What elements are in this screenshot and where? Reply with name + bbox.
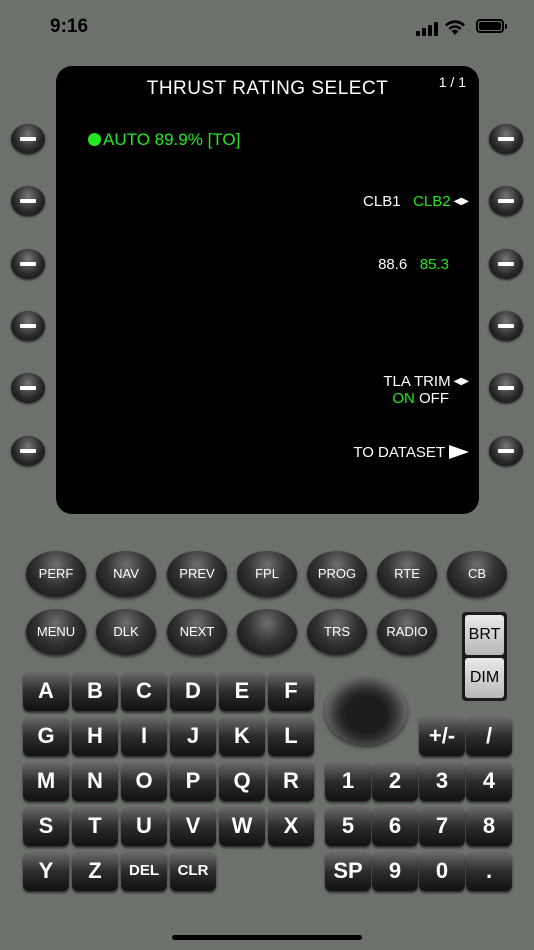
key-v[interactable]: V xyxy=(170,807,216,846)
brt-button[interactable]: BRT xyxy=(465,615,504,655)
line-6-right: TO DATASET xyxy=(353,444,469,461)
key-0[interactable]: 0 xyxy=(419,852,465,891)
key-o[interactable]: O xyxy=(121,762,167,801)
status-time: 9:16 xyxy=(50,16,89,37)
key-5[interactable]: 5 xyxy=(325,807,371,846)
prog-key[interactable]: PROG xyxy=(307,551,367,597)
lsk-1-left[interactable] xyxy=(11,124,45,154)
lsk-3-right[interactable] xyxy=(489,249,523,279)
key-b[interactable]: B xyxy=(72,672,118,711)
key-9[interactable]: 9 xyxy=(372,852,418,891)
key-h[interactable]: H xyxy=(72,717,118,756)
space-key[interactable]: SP xyxy=(325,852,371,891)
battery-icon xyxy=(476,19,507,33)
dlk-key[interactable]: DLK xyxy=(96,609,156,655)
lsk-2-right[interactable] xyxy=(489,186,523,216)
rotary-knob[interactable] xyxy=(325,677,407,745)
lsk-1-right[interactable] xyxy=(489,124,523,154)
key-i[interactable]: I xyxy=(121,717,167,756)
tla-off-text: OFF xyxy=(419,390,449,407)
lsk-2-left[interactable] xyxy=(11,186,45,216)
status-bar: 9:16 xyxy=(0,0,534,52)
lsk-5-right[interactable] xyxy=(489,373,523,403)
key-g[interactable]: G xyxy=(23,717,69,756)
next-key[interactable]: NEXT xyxy=(167,609,227,655)
key-j[interactable]: J xyxy=(170,717,216,756)
lsk-4-right[interactable] xyxy=(489,311,523,341)
page-title: THRUST RATING SELECT xyxy=(146,78,389,99)
page-number: 1 / 1 xyxy=(438,74,466,90)
toggle-arrows-icon: ◀▶ xyxy=(453,376,469,387)
radio-key[interactable]: RADIO xyxy=(377,609,437,655)
key-x[interactable]: X xyxy=(268,807,314,846)
key-p[interactable]: P xyxy=(170,762,216,801)
key-z[interactable]: Z xyxy=(72,852,118,891)
cdu-display: THRUST RATING SELECT 1 / 1 AUTO 89.9% [T… xyxy=(56,66,479,514)
cb-key[interactable]: CB xyxy=(447,551,507,597)
wifi-icon xyxy=(445,20,465,35)
nav-key[interactable]: NAV xyxy=(96,551,156,597)
selected-dot-icon xyxy=(88,133,101,146)
menu-key[interactable]: MENU xyxy=(26,609,86,655)
arrow-right-icon xyxy=(449,445,469,459)
slash-key[interactable]: / xyxy=(466,717,512,756)
toggle-arrows-icon: ◀▶ xyxy=(453,196,469,207)
clr-key[interactable]: CLR xyxy=(170,852,216,891)
key-a[interactable]: A xyxy=(23,672,69,711)
key-8[interactable]: 8 xyxy=(466,807,512,846)
cellular-signal-icon xyxy=(416,22,438,36)
key-d[interactable]: D xyxy=(170,672,216,711)
perf-key[interactable]: PERF xyxy=(26,551,86,597)
fpl-key[interactable]: FPL xyxy=(237,551,297,597)
line-5-right-values: ON OFF xyxy=(392,390,449,407)
key-1[interactable]: 1 xyxy=(325,762,371,801)
key-k[interactable]: K xyxy=(219,717,265,756)
tla-on-text: ON xyxy=(392,390,415,407)
key-q[interactable]: Q xyxy=(219,762,265,801)
key-2[interactable]: 2 xyxy=(372,762,418,801)
key-4[interactable]: 4 xyxy=(466,762,512,801)
brightness-panel: BRT DIM xyxy=(462,612,507,701)
trs-key[interactable]: TRS xyxy=(307,609,367,655)
key-n[interactable]: N xyxy=(72,762,118,801)
key-l[interactable]: L xyxy=(268,717,314,756)
rte-key[interactable]: RTE xyxy=(377,551,437,597)
lsk-3-left[interactable] xyxy=(11,249,45,279)
del-key[interactable]: DEL xyxy=(121,852,167,891)
lsk-5-left[interactable] xyxy=(11,373,45,403)
key-e[interactable]: E xyxy=(219,672,265,711)
prev-key[interactable]: PREV xyxy=(167,551,227,597)
value-1: 88.6 xyxy=(378,256,408,273)
key-6[interactable]: 6 xyxy=(372,807,418,846)
line-1-left: AUTO 89.9% [TO] xyxy=(88,130,240,150)
line-5-right: TLA TRIM ◀▶ xyxy=(383,373,469,390)
lsk-6-right[interactable] xyxy=(489,436,523,466)
auto-thrust-text: AUTO 89.9% [TO] xyxy=(103,130,241,149)
lsk-6-left[interactable] xyxy=(11,436,45,466)
decimal-key[interactable]: . xyxy=(466,852,512,891)
key-s[interactable]: S xyxy=(23,807,69,846)
key-t[interactable]: T xyxy=(72,807,118,846)
key-3[interactable]: 3 xyxy=(419,762,465,801)
clb1-text: CLB1 xyxy=(363,193,401,210)
blank-key[interactable] xyxy=(237,609,297,655)
line-3-right: 88.6 85.3 xyxy=(378,256,449,273)
key-m[interactable]: M xyxy=(23,762,69,801)
key-c[interactable]: C xyxy=(121,672,167,711)
plus-minus-key[interactable]: +/- xyxy=(419,717,465,756)
tla-trim-label: TLA TRIM xyxy=(383,373,451,390)
key-7[interactable]: 7 xyxy=(419,807,465,846)
clb2-text: CLB2 xyxy=(413,193,451,210)
lsk-4-left[interactable] xyxy=(11,311,45,341)
to-dataset-label: TO DATASET xyxy=(353,444,445,461)
key-y[interactable]: Y xyxy=(23,852,69,891)
line-2-right: CLB1 CLB2 ◀▶ xyxy=(363,193,469,210)
key-w[interactable]: W xyxy=(219,807,265,846)
value-2: 85.3 xyxy=(419,256,449,273)
key-r[interactable]: R xyxy=(268,762,314,801)
key-f[interactable]: F xyxy=(268,672,314,711)
home-indicator[interactable] xyxy=(172,935,362,940)
dim-button[interactable]: DIM xyxy=(465,658,504,698)
key-u[interactable]: U xyxy=(121,807,167,846)
